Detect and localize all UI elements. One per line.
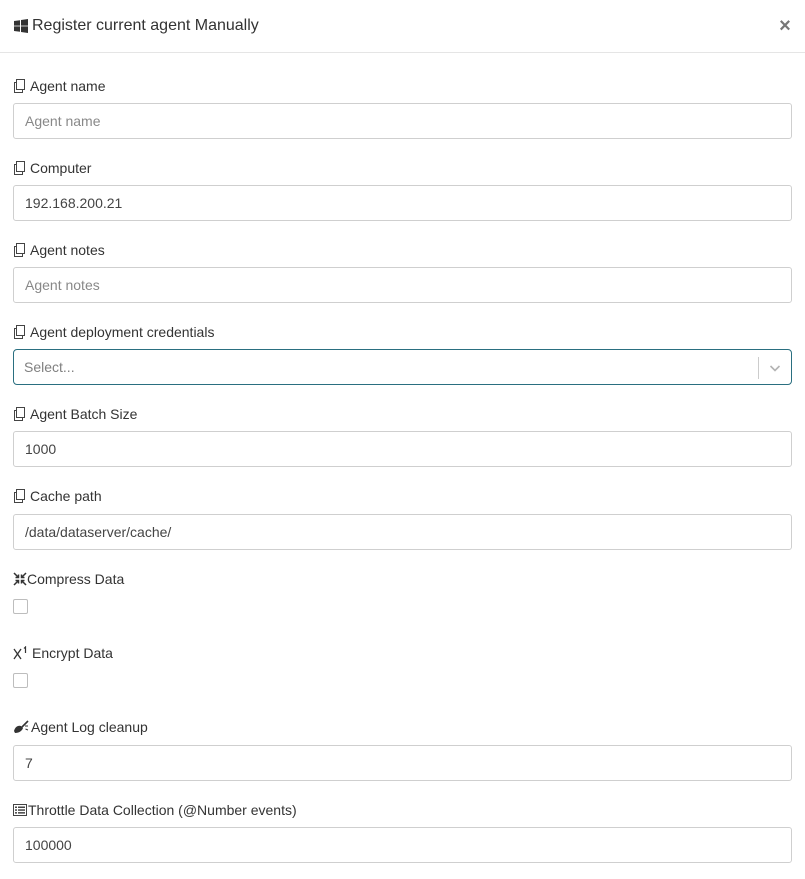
- chevron-down-icon[interactable]: [768, 361, 782, 375]
- agent-notes-input[interactable]: [13, 267, 792, 303]
- throttle-label-text: Throttle Data Collection (@Number events…: [28, 802, 297, 818]
- computer-label: Computer: [13, 159, 91, 177]
- dialog-header: Register current agent Manually ×: [0, 0, 805, 53]
- batch-size-input[interactable]: [13, 431, 792, 467]
- credentials-select[interactable]: Select...: [13, 349, 792, 385]
- computer-label-text: Computer: [30, 160, 92, 176]
- agent-name-input[interactable]: [13, 103, 792, 139]
- encrypt-data-label: Encrypt Data: [13, 644, 113, 662]
- list-alt-icon: [13, 803, 27, 817]
- log-cleanup-label: Agent Log cleanup: [13, 718, 148, 736]
- encrypt-data-label-text: Encrypt Data: [32, 645, 113, 661]
- cache-path-label: Cache path: [13, 487, 102, 505]
- superscript-icon: [13, 646, 28, 660]
- cache-path-input[interactable]: [13, 514, 792, 550]
- agent-notes-label-text: Agent notes: [30, 242, 105, 258]
- register-agent-dialog: Register current agent Manually × Agent …: [0, 0, 805, 879]
- log-cleanup-input[interactable]: [13, 745, 792, 781]
- credentials-label: Agent deployment credentials: [13, 323, 214, 341]
- throttle-label: Throttle Data Collection (@Number events…: [13, 801, 297, 819]
- agent-name-label: Agent name: [13, 77, 106, 95]
- agent-notes-label: Agent notes: [13, 241, 105, 259]
- copy-icon: [13, 161, 26, 175]
- compress-data-label-text: Compress Data: [27, 571, 125, 587]
- copy-icon: [13, 489, 26, 503]
- windows-icon: [14, 19, 28, 33]
- compress-icon: [13, 572, 27, 586]
- copy-icon: [13, 243, 26, 257]
- copy-icon: [13, 79, 26, 93]
- encrypt-data-checkbox[interactable]: [13, 673, 28, 688]
- credentials-label-text: Agent deployment credentials: [30, 324, 215, 340]
- batch-size-label: Agent Batch Size: [13, 405, 137, 423]
- credentials-select-value: Select...: [24, 359, 75, 375]
- log-cleanup-label-text: Agent Log cleanup: [31, 719, 148, 735]
- batch-size-label-text: Agent Batch Size: [30, 406, 138, 422]
- close-button[interactable]: ×: [776, 16, 794, 36]
- eraser-icon: [13, 720, 29, 734]
- agent-name-label-text: Agent name: [30, 78, 106, 94]
- compress-data-checkbox[interactable]: [13, 599, 28, 614]
- computer-input[interactable]: [13, 185, 792, 221]
- select-separator: [758, 357, 759, 379]
- compress-data-label: Compress Data: [13, 570, 124, 588]
- dialog-title: Register current agent Manually: [32, 17, 259, 34]
- copy-icon: [13, 407, 26, 421]
- copy-icon: [13, 325, 26, 339]
- throttle-input[interactable]: [13, 827, 792, 863]
- cache-path-label-text: Cache path: [30, 488, 102, 504]
